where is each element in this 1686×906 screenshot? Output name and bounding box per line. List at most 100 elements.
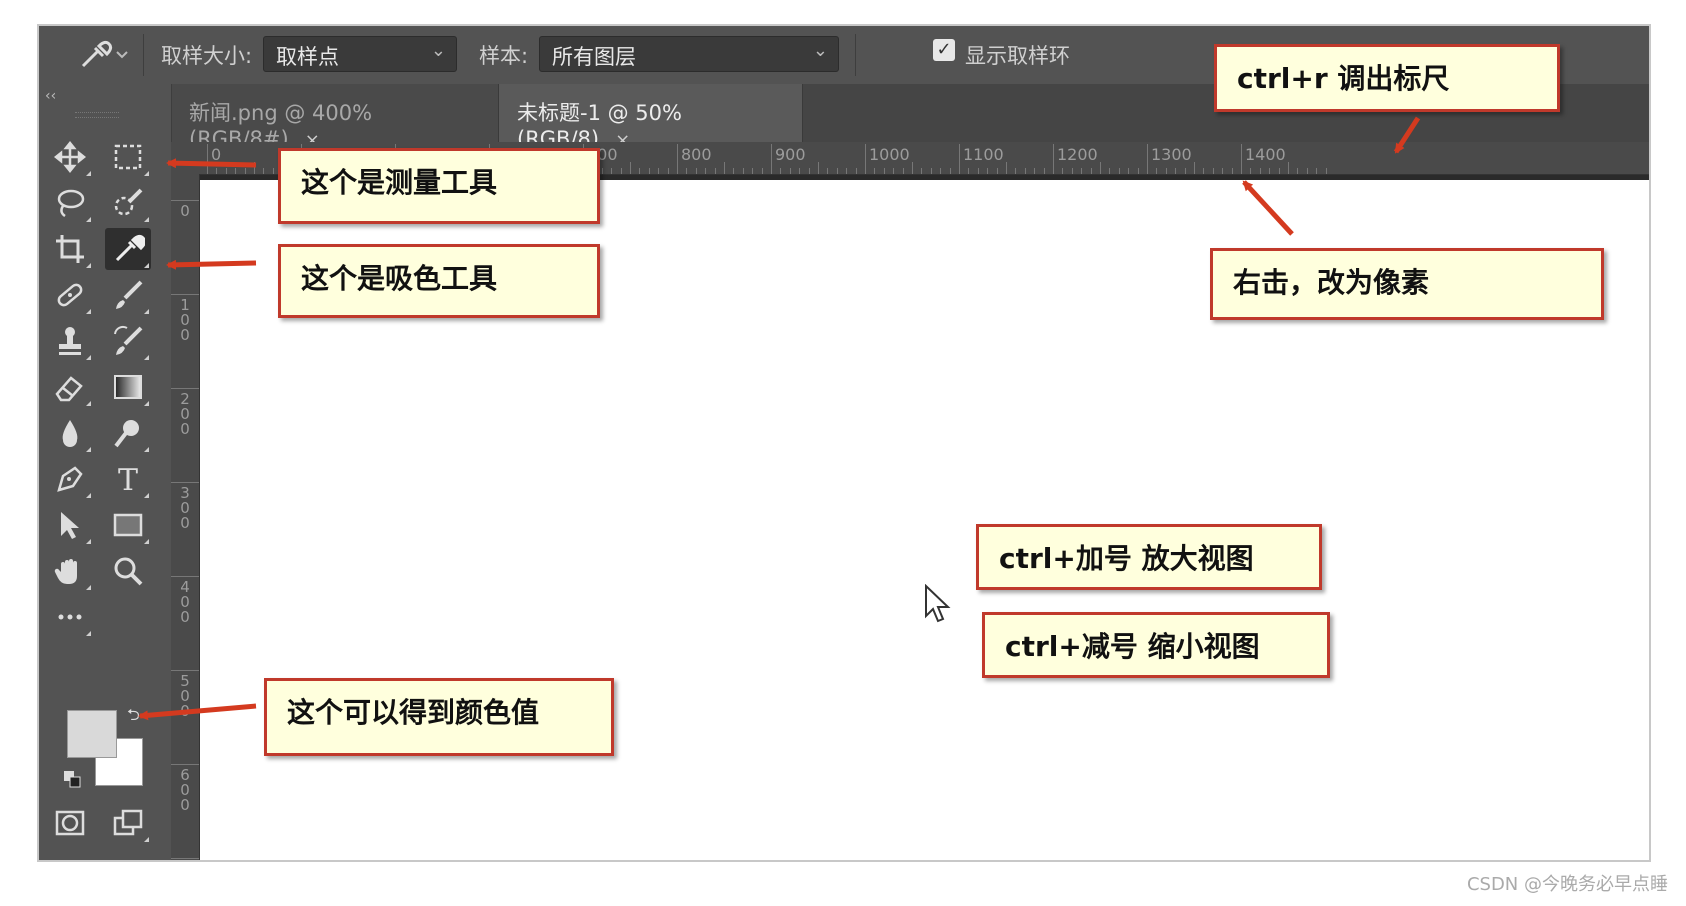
screen-mode-button[interactable] — [105, 802, 151, 844]
corner-indicator — [86, 585, 91, 590]
default-colors-icon[interactable] — [63, 770, 81, 788]
path-selection-tool[interactable] — [47, 504, 93, 546]
ruler-minor-tick — [1278, 168, 1280, 174]
panel-grip[interactable] — [75, 112, 119, 118]
ruler-minor-tick — [827, 168, 829, 174]
brush-tool[interactable] — [105, 274, 151, 316]
ruler-minor-tick — [1137, 168, 1139, 174]
ruler-minor-tick — [874, 168, 876, 174]
type-tool[interactable]: T — [105, 458, 151, 500]
move-icon — [53, 140, 87, 174]
ruler-minor-tick — [639, 168, 641, 174]
eraser-icon — [55, 376, 83, 402]
callout-ruler-unit: 右击，改为像素 — [1210, 248, 1604, 320]
ruler-minor-tick — [846, 168, 848, 174]
ruler-label: 1200 — [1057, 145, 1098, 164]
hand-tool[interactable] — [47, 550, 93, 592]
quick-selection-tool[interactable] — [105, 182, 151, 224]
ruler-minor-tick — [893, 168, 895, 174]
bandage-icon — [57, 283, 83, 307]
screen-mode-icon — [113, 809, 143, 836]
swap-colors-icon[interactable]: ⮌ — [127, 704, 140, 731]
ruler-minor-tick — [752, 168, 754, 174]
dodge-tool[interactable] — [105, 412, 151, 454]
ruler-minor-tick — [1015, 168, 1017, 174]
ruler-minor-tick — [611, 168, 613, 174]
corner-indicator — [144, 539, 149, 544]
show-sampling-ring-checkbox[interactable]: ✓ — [933, 39, 955, 61]
ruler-minor-tick — [648, 168, 650, 174]
ruler-label: 100 — [180, 296, 190, 344]
tab-untitled-1[interactable]: 未标题-1 @ 50%(RGB/8) × — [499, 84, 803, 151]
lasso-tool[interactable] — [47, 182, 93, 224]
clone-stamp-tool[interactable] — [47, 320, 93, 362]
chevron-down-icon: ⌄ — [430, 40, 446, 61]
ruler-minor-tick — [1325, 168, 1327, 174]
ruler-minor-tick — [836, 168, 838, 174]
vertical-ruler[interactable]: 01002003004005006007 — [171, 174, 200, 860]
gradient-tool[interactable] — [105, 366, 151, 408]
ruler-label: 400 — [180, 578, 190, 626]
ruler-tick — [771, 144, 772, 174]
ruler-minor-tick — [912, 162, 913, 174]
corner-indicator — [86, 631, 91, 636]
ruler-tick — [171, 764, 199, 765]
eyedropper-icon — [81, 40, 128, 68]
tab-news-png[interactable]: 新闻.png @ 400%(RGB/8#) × — [171, 84, 499, 151]
collapse-icon[interactable]: ‹‹ — [45, 88, 56, 104]
ruler-minor-tick — [658, 168, 660, 174]
ruler-minor-tick — [1024, 168, 1026, 174]
ruler-minor-tick — [1062, 168, 1064, 174]
ruler-label: 0 — [180, 202, 190, 220]
tools-panel: ‹‹ T ⮌ — [39, 84, 172, 860]
ruler-tick — [171, 200, 199, 201]
foreground-color-swatch[interactable] — [67, 710, 117, 758]
corner-indicator — [86, 493, 91, 498]
ruler-minor-tick — [902, 168, 904, 174]
rectangle-icon — [113, 513, 143, 537]
ruler-minor-tick — [1250, 168, 1252, 174]
zoom-tool[interactable] — [105, 550, 151, 592]
ruler-minor-tick — [761, 168, 763, 174]
marquee-tool[interactable] — [105, 136, 151, 178]
eyedropper-tool[interactable] — [105, 228, 151, 270]
callout-zoom-in: ctrl+加号 放大视图 — [976, 524, 1322, 590]
ruler-minor-tick — [620, 168, 622, 174]
corner-indicator — [86, 217, 91, 222]
sample-size-select[interactable]: 取样点 ⌄ — [263, 36, 457, 72]
ruler-minor-tick — [601, 168, 603, 174]
ruler-minor-tick — [789, 168, 791, 174]
ruler-minor-tick — [1222, 168, 1224, 174]
ruler-minor-tick — [883, 168, 885, 174]
eraser-tool[interactable] — [47, 366, 93, 408]
ruler-minor-tick — [1316, 168, 1318, 174]
ruler-tick — [865, 144, 866, 174]
blur-tool[interactable] — [47, 412, 93, 454]
corner-indicator — [144, 171, 149, 176]
brush-icon — [116, 280, 143, 309]
pen-tool[interactable] — [47, 458, 93, 500]
ruler-label: 0 — [211, 145, 222, 164]
ruler-minor-tick — [1043, 168, 1045, 174]
corner-indicator — [86, 447, 91, 452]
edit-toolbar-button[interactable] — [47, 596, 93, 638]
healing-brush-tool[interactable] — [47, 274, 93, 316]
lasso-icon — [57, 189, 85, 218]
ruler-label: 1300 — [1151, 145, 1192, 164]
ruler-minor-tick — [216, 168, 218, 174]
quick-mask-button[interactable] — [47, 802, 93, 844]
callout-ruler-shortcut: ctrl+r 调出标尺 — [1214, 44, 1560, 112]
move-tool[interactable] — [47, 136, 93, 178]
tool-preset-picker[interactable] — [73, 38, 129, 72]
ruler-tick — [171, 670, 199, 671]
rectangle-tool[interactable] — [105, 504, 151, 546]
ruler-minor-tick — [1118, 168, 1120, 174]
sample-select[interactable]: 所有图层 ⌄ — [539, 36, 839, 72]
quick-selection-icon — [114, 188, 143, 216]
callout-color-value: 这个可以得到颜色值 — [264, 678, 614, 756]
ruler-minor-tick — [1100, 162, 1101, 174]
ruler-minor-tick — [244, 168, 246, 174]
crop-tool[interactable] — [47, 228, 93, 270]
history-brush-tool[interactable] — [105, 320, 151, 362]
corner-indicator — [86, 171, 91, 176]
